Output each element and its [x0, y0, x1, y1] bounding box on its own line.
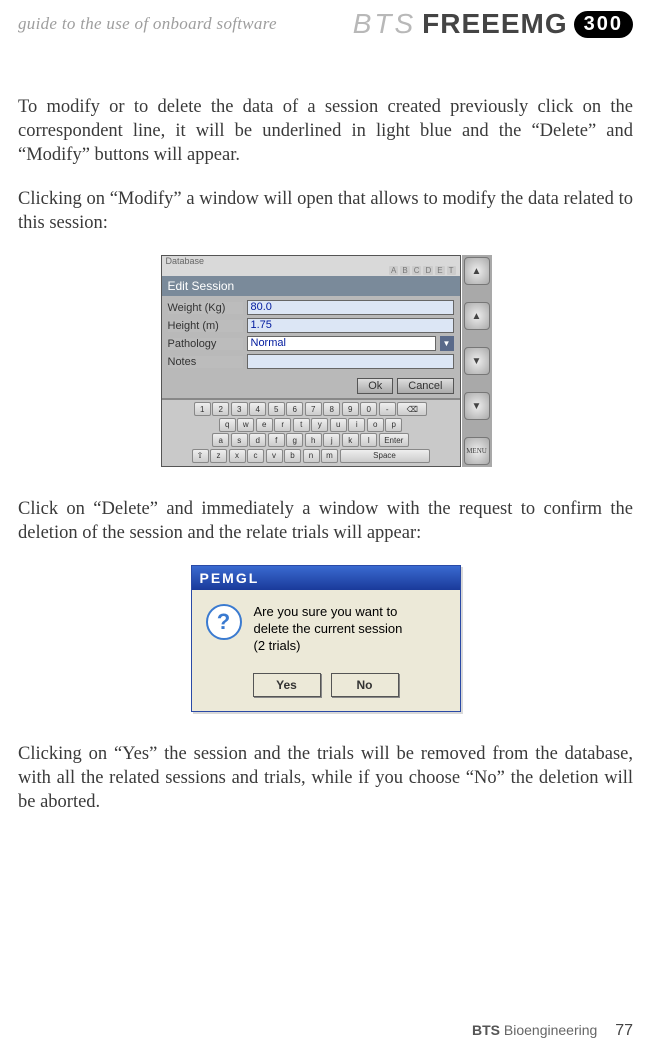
menu-button[interactable]: MENU: [464, 437, 490, 465]
pathology-select[interactable]: Normal: [247, 336, 436, 351]
product-brand: BTS FREEEMG 300: [353, 8, 633, 40]
key[interactable]: z: [210, 449, 227, 463]
scroll-up-icon[interactable]: ▲: [464, 302, 490, 330]
enter-key[interactable]: Enter: [379, 433, 409, 447]
weight-input[interactable]: 80.0: [247, 300, 454, 315]
key[interactable]: c: [247, 449, 264, 463]
key[interactable]: v: [266, 449, 283, 463]
scroll-down-icon[interactable]: ▼: [464, 347, 490, 375]
key[interactable]: j: [323, 433, 340, 447]
edit-session-window: Database ABCDET Edit Session Weight (Kg)…: [161, 255, 461, 467]
pemgl-message: Are you sure you want to delete the curr…: [254, 604, 403, 655]
key[interactable]: d: [249, 433, 266, 447]
key[interactable]: 1: [194, 402, 211, 416]
footer-company: Bioengineering: [500, 1022, 597, 1038]
shift-key[interactable]: ⇧: [192, 449, 209, 463]
key[interactable]: w: [237, 418, 254, 432]
scroll-down-icon[interactable]: ▼: [464, 392, 490, 420]
key[interactable]: -: [379, 402, 396, 416]
key[interactable]: p: [385, 418, 402, 432]
key[interactable]: n: [303, 449, 320, 463]
tab-letter-row: ABCDET: [162, 266, 460, 276]
page-footer: BTS Bioengineering 77: [472, 1022, 633, 1040]
keyboard-row: 1 2 3 4 5 6 7 8 9 0 - ⌫: [164, 402, 458, 416]
key[interactable]: b: [284, 449, 301, 463]
page-header: guide to the use of onboard software BTS…: [18, 8, 633, 40]
height-row: Height (m) 1.75: [168, 318, 454, 333]
side-controls: ▲ ▲ ▼ ▼ MENU: [462, 255, 492, 467]
cancel-button[interactable]: Cancel: [397, 378, 453, 394]
body-paragraph: Clicking on “Modify” a window will open …: [18, 187, 633, 235]
pathology-row: Pathology Normal ▼: [168, 336, 454, 351]
key[interactable]: 4: [249, 402, 266, 416]
pemgl-title: PEMGL: [192, 566, 460, 590]
notes-row: Notes: [168, 354, 454, 369]
key[interactable]: r: [274, 418, 291, 432]
key[interactable]: 9: [342, 402, 359, 416]
brand-freeemg: FREEEMG: [422, 8, 567, 40]
key[interactable]: 3: [231, 402, 248, 416]
ok-button[interactable]: Ok: [357, 378, 393, 394]
key[interactable]: q: [219, 418, 236, 432]
key[interactable]: s: [231, 433, 248, 447]
height-label: Height (m): [168, 320, 243, 332]
keyboard-row: a s d f g h j k l Enter: [164, 433, 458, 447]
key[interactable]: u: [330, 418, 347, 432]
edit-session-screenshot: Database ABCDET Edit Session Weight (Kg)…: [18, 255, 633, 467]
key[interactable]: e: [256, 418, 273, 432]
chevron-down-icon[interactable]: ▼: [440, 336, 454, 351]
brand-300-badge: 300: [574, 11, 633, 38]
weight-row: Weight (Kg) 80.0: [168, 300, 454, 315]
scroll-up-icon[interactable]: ▲: [464, 257, 490, 285]
key[interactable]: 0: [360, 402, 377, 416]
page-number: 77: [615, 1022, 633, 1040]
key[interactable]: i: [348, 418, 365, 432]
edit-session-title: Edit Session: [162, 276, 460, 296]
pathology-label: Pathology: [168, 338, 243, 350]
body-paragraph: Clicking on “Yes” the session and the tr…: [18, 742, 633, 814]
body-paragraph: To modify or to delete the data of a ses…: [18, 95, 633, 167]
question-icon: ?: [206, 604, 242, 640]
pemgl-dialog: PEMGL ? Are you sure you want to delete …: [191, 565, 461, 712]
key[interactable]: g: [286, 433, 303, 447]
brand-bts: BTS: [353, 8, 416, 40]
key[interactable]: x: [229, 449, 246, 463]
key[interactable]: o: [367, 418, 384, 432]
key[interactable]: 2: [212, 402, 229, 416]
space-key[interactable]: Space: [340, 449, 430, 463]
key[interactable]: k: [342, 433, 359, 447]
confirm-dialog-screenshot: PEMGL ? Are you sure you want to delete …: [18, 565, 633, 712]
notes-input[interactable]: [247, 354, 454, 369]
key[interactable]: y: [311, 418, 328, 432]
key[interactable]: 6: [286, 402, 303, 416]
backspace-key[interactable]: ⌫: [397, 402, 427, 416]
key[interactable]: a: [212, 433, 229, 447]
key[interactable]: 5: [268, 402, 285, 416]
database-label: Database: [162, 256, 460, 266]
key[interactable]: f: [268, 433, 285, 447]
guide-subtitle: guide to the use of onboard software: [18, 14, 277, 34]
no-button[interactable]: No: [331, 673, 399, 697]
key[interactable]: l: [360, 433, 377, 447]
onscreen-keyboard[interactable]: 1 2 3 4 5 6 7 8 9 0 - ⌫ q w e r: [162, 398, 460, 466]
key[interactable]: 7: [305, 402, 322, 416]
keyboard-row: ⇧ z x c v b n m Space: [164, 449, 458, 463]
weight-label: Weight (Kg): [168, 302, 243, 314]
key[interactable]: 8: [323, 402, 340, 416]
yes-button[interactable]: Yes: [253, 673, 321, 697]
key[interactable]: h: [305, 433, 322, 447]
key[interactable]: t: [293, 418, 310, 432]
height-input[interactable]: 1.75: [247, 318, 454, 333]
keyboard-row: q w e r t y u i o p: [164, 418, 458, 432]
key[interactable]: m: [321, 449, 338, 463]
footer-company-bold: BTS: [472, 1022, 500, 1038]
body-paragraph: Click on “Delete” and immediately a wind…: [18, 497, 633, 545]
notes-label: Notes: [168, 356, 243, 368]
